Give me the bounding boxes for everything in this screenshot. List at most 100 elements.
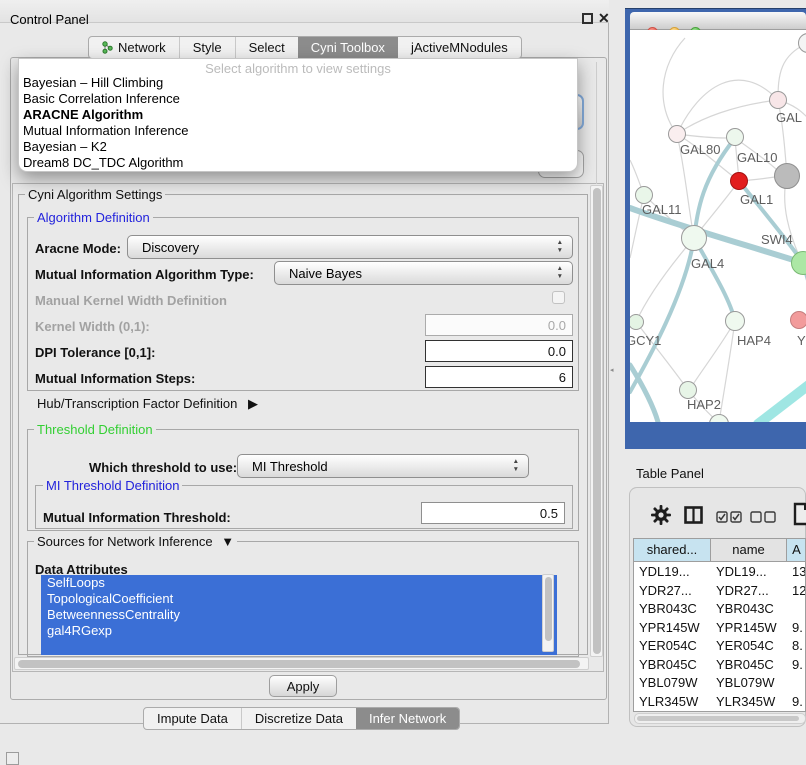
table-cell: YLR345W [711, 693, 787, 712]
attribute-item[interactable]: TopologicalCoefficient [41, 591, 557, 607]
kernel-width-input[interactable]: 0.0 [425, 314, 573, 336]
node-table: shared...nameA YDL19...YDL19...13YDR27..… [633, 538, 806, 712]
tab-select[interactable]: Select [235, 37, 298, 58]
deselect-all-boxes-icon[interactable] [750, 511, 776, 523]
column-header-shared-[interactable]: shared... [634, 539, 711, 562]
node-label: HAP4 [737, 333, 771, 348]
attributes-scrollbar[interactable] [542, 574, 554, 652]
table-cell: 9. [787, 656, 806, 675]
table-row[interactable]: YER054CYER054C8. [634, 637, 805, 656]
table-cell: 9. [787, 693, 806, 712]
control-panel-title: Control Panel [10, 12, 89, 27]
tab-infer-network[interactable]: Infer Network [356, 708, 459, 729]
algorithm-dropdown-popup: Select algorithm to view settings Bayesi… [18, 58, 578, 172]
table-row[interactable]: YBR043CYBR043C [634, 600, 805, 619]
table-cell: 12 [787, 582, 806, 601]
table-row[interactable]: YDL19...YDL19...13 [634, 563, 805, 582]
combo-arrows-icon: ▲▼ [513, 458, 519, 474]
table-cell: YBR043C [634, 600, 711, 619]
mi-steps-input[interactable]: 6 [425, 366, 573, 388]
table-cell: YBR043C [711, 600, 787, 619]
data-attributes-list: SelfLoopsTopologicalCoefficientBetweenne… [41, 573, 557, 655]
apply-button[interactable]: Apply [269, 675, 337, 697]
mi-threshold-input[interactable]: 0.5 [421, 502, 565, 524]
attribute-item-partial[interactable] [41, 639, 557, 655]
attribute-item[interactable]: BetweennessCentrality [41, 607, 557, 623]
tab-jactivemnodules[interactable]: jActiveMNodules [398, 37, 521, 58]
algorithm-option[interactable]: Bayesian – K2 [23, 139, 107, 155]
network-titlebar[interactable] [630, 12, 806, 30]
algorithm-option[interactable]: Bayesian – Hill Climbing [23, 75, 163, 91]
kernel-width-label: Kernel Width (0,1): [35, 319, 150, 334]
mi-type-select[interactable]: Naive Bayes ▲▼ [274, 261, 573, 285]
table-cell: 9 [787, 711, 806, 712]
table-cell: YPR145W [634, 619, 711, 638]
tab-style[interactable]: Style [179, 37, 235, 58]
tab-discretize-data[interactable]: Discretize Data [241, 708, 356, 729]
network-icon [102, 41, 113, 54]
network-node-gal4[interactable] [681, 225, 707, 251]
network-window-bottom-border [625, 422, 806, 449]
cyni-settings-group-title: Cyni Algorithm Settings [25, 187, 165, 202]
node-label: Y [797, 333, 806, 348]
algorithm-option[interactable]: ARACNE Algorithm [23, 107, 143, 123]
dpi-tolerance-input[interactable]: 0.0 [425, 340, 573, 362]
settings-vertical-scrollbar[interactable] [590, 185, 603, 657]
tab-network[interactable]: Network [89, 37, 179, 58]
gear-icon[interactable] [651, 505, 671, 525]
algorithm-option[interactable]: Mutual Information Inference [23, 123, 188, 139]
column-header-a[interactable]: A [787, 539, 806, 562]
column-header-name[interactable]: name [711, 539, 787, 562]
network-node[interactable] [774, 163, 800, 189]
table-row[interactable]: YBR045CYBR045C9. [634, 656, 805, 675]
settings-scrollpane: Cyni Algorithm Settings Algorithm Defini… [12, 183, 604, 672]
network-node-gal10[interactable] [726, 128, 744, 146]
aracne-mode-select[interactable]: Discovery ▲▼ [127, 235, 573, 259]
algorithm-definition-title: Algorithm Definition [34, 210, 153, 225]
attribute-item[interactable]: gal4RGexp [41, 623, 557, 639]
algorithm-option[interactable]: Basic Correlation Inference [23, 91, 180, 107]
table-cell: YDR27... [711, 582, 787, 601]
attribute-item[interactable]: SelfLoops [41, 575, 557, 591]
table-row[interactable]: YDR27...YDR27...12 [634, 582, 805, 601]
hub-definition-toggle[interactable]: Hub/Transcription Factor Definition ▶ [37, 396, 258, 412]
table-row[interactable]: YLR345WYLR345W9. [634, 693, 805, 712]
network-node-hap4[interactable] [725, 311, 745, 331]
network-node-gal80[interactable] [668, 125, 686, 143]
tab-cyni-toolbox[interactable]: Cyni Toolbox [298, 37, 398, 58]
tab-impute-data[interactable]: Impute Data [144, 708, 241, 729]
manual-kernel-checkbox[interactable] [552, 291, 565, 304]
table-row[interactable]: YIL053CYIL053C9 [634, 711, 805, 712]
mi-threshold-group-title: MI Threshold Definition [43, 478, 182, 493]
table-horizontal-scrollbar[interactable] [634, 713, 806, 724]
network-canvas[interactable]: GALGAL80GAL10GAL1GAL11GAL4SWI4GCY1HAP4YH… [630, 30, 806, 422]
float-window-icon[interactable] [582, 13, 593, 24]
table-cell [787, 600, 806, 619]
which-threshold-select[interactable]: MI Threshold ▲▼ [237, 454, 529, 478]
table-row[interactable]: YPR145WYPR145W9. [634, 619, 805, 638]
columns-icon[interactable] [684, 506, 703, 524]
table-cell: YIL053C [634, 711, 711, 712]
mi-steps-label: Mutual Information Steps: [35, 371, 195, 386]
aracne-mode-label: Aracne Mode: [35, 241, 121, 256]
select-all-checks-icon[interactable] [716, 511, 742, 523]
table-cell: YER054C [634, 637, 711, 656]
network-node-y[interactable] [790, 311, 806, 329]
node-label: HAP2 [687, 397, 721, 412]
bottom-tabs: Impute DataDiscretize DataInfer Network [143, 707, 460, 730]
algorithm-option[interactable]: Dream8 DC_TDC Algorithm [23, 155, 183, 171]
corner-widget-icon[interactable] [6, 752, 19, 765]
split-pane-handle[interactable]: ◂ [610, 366, 616, 375]
table-cell: YBR045C [711, 656, 787, 675]
combo-arrows-icon: ▲▼ [557, 239, 563, 255]
threshold-group-title: Threshold Definition [34, 422, 156, 437]
network-node-gal[interactable] [769, 91, 787, 109]
file-icon[interactable] [793, 502, 806, 526]
network-node-gal1[interactable] [730, 172, 748, 190]
table-row[interactable]: YBL079WYBL079W [634, 674, 805, 693]
node-label: GAL4 [691, 256, 724, 271]
table-cell: YDL19... [634, 563, 711, 582]
settings-horizontal-scrollbar[interactable] [14, 657, 589, 670]
close-icon[interactable]: ✕ [598, 10, 614, 26]
table-cell: YBL079W [711, 674, 787, 693]
